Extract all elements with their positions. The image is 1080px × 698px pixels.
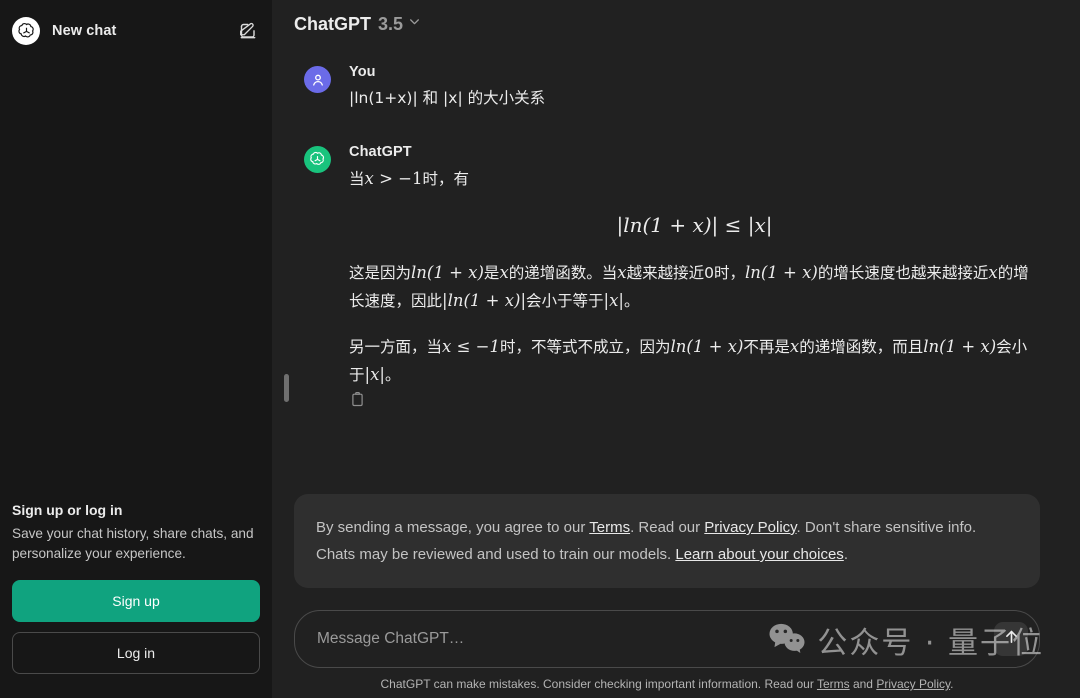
p1-seg-1: 这是因为 — [349, 264, 412, 282]
p1-math-1: ln(1 + x) — [411, 263, 484, 282]
p2-math-3: x — [789, 337, 800, 356]
learn-about-choices-link[interactable]: Learn about your choices — [675, 546, 843, 563]
p1-seg-4: 越来越接近0时， — [626, 264, 745, 282]
p1-math-4: ln(1 + x) — [744, 263, 818, 282]
p2-seg-4: 的递增函数，而且 — [799, 338, 924, 356]
terms-link[interactable]: Terms — [589, 519, 630, 536]
message-input[interactable]: Message ChatGPT… — [294, 610, 1040, 668]
disclaimer-part-1: By sending a message, you agree to our — [316, 519, 590, 536]
thread-scrollbar[interactable] — [284, 374, 289, 402]
p1-seg-8: 。 — [623, 292, 640, 310]
disclaimer-banner: By sending a message, you agree to our T… — [294, 494, 1040, 588]
model-name: ChatGPT — [294, 13, 372, 34]
p2-seg-2: 时，不等式不成立，因为 — [499, 338, 671, 356]
footnote-part-3: . — [950, 677, 954, 691]
main-panel: ChatGPT 3.5 You |ln(1+x)| 和 |x| 的大小关系 Ch… — [272, 0, 1080, 698]
p1-math-6: |ln(1 + x)| — [442, 291, 527, 310]
p2-seg-3: 不再是 — [743, 338, 790, 356]
message-user: You |ln(1+x)| 和 |x| 的大小关系 — [272, 58, 1080, 118]
p2-math-2: ln(1 + x) — [670, 337, 744, 356]
chatgpt-app: New chat Sign up or log in Save your cha… — [0, 0, 1080, 698]
send-button[interactable] — [994, 622, 1028, 656]
footer-privacy-link[interactable]: Privacy Policy — [876, 677, 950, 691]
model-switcher[interactable]: ChatGPT 3.5 — [294, 10, 429, 39]
footer-note: ChatGPT can make mistakes. Consider chec… — [294, 677, 1040, 698]
assistant-paragraph-1: 这是因为ln(1 + x)是x的递增函数。当x越来越接近0时，ln(1 + x)… — [349, 259, 1040, 315]
footnote-part-2: and — [849, 677, 877, 691]
intro-relation: > −1 — [373, 169, 423, 188]
compose-icon[interactable] — [238, 21, 258, 41]
message-assistant: ChatGPT 当x > −1时，有 |ln(1 + x)| ≤ |x| 这是因… — [272, 118, 1080, 419]
p1-seg-3: 的递增函数。当 — [508, 264, 618, 282]
new-chat-button[interactable]: New chat — [8, 10, 264, 52]
copy-icon[interactable] — [349, 391, 366, 412]
footer-terms-link[interactable]: Terms — [817, 677, 850, 691]
top-bar: ChatGPT 3.5 — [272, 0, 1080, 48]
chat-history-list — [0, 52, 272, 502]
intro-suffix: 时，有 — [422, 170, 469, 188]
intro-prefix: 当 — [349, 170, 365, 188]
p1-math-7: |x| — [603, 291, 624, 310]
auth-title: Sign up or log in — [12, 502, 123, 518]
chevron-down-icon — [408, 15, 421, 33]
p2-math-4: ln(1 + x) — [923, 337, 997, 356]
display-equation: |ln(1 + x)| ≤ |x| — [616, 213, 773, 237]
footnote-part-1: ChatGPT can make mistakes. Consider chec… — [380, 677, 817, 691]
p1-seg-7: 会小于等于 — [526, 292, 604, 310]
p1-math-2: x — [499, 263, 509, 282]
p1-seg-2: 是 — [483, 264, 500, 282]
message-thread: You |ln(1+x)| 和 |x| 的大小关系 ChatGPT 当x > −… — [272, 48, 1080, 494]
p2-seg-6: 。 — [384, 366, 401, 384]
assistant-intro-line: 当x > −1时，有 — [349, 165, 1040, 193]
message-user-body: You |ln(1+x)| 和 |x| 的大小关系 — [349, 64, 1040, 112]
disclaimer-part-2: . Read our — [630, 519, 705, 536]
composer-area: By sending a message, you agree to our T… — [272, 494, 1080, 698]
message-author: ChatGPT — [349, 144, 412, 160]
message-assistant-body: ChatGPT 当x > −1时，有 |ln(1 + x)| ≤ |x| 这是因… — [349, 144, 1040, 413]
send-arrow-up-icon — [1003, 628, 1020, 650]
model-version: 3.5 — [378, 13, 404, 34]
sidebar: New chat Sign up or log in Save your cha… — [0, 0, 272, 698]
disclaimer-part-4: . — [843, 546, 848, 563]
message-author: You — [349, 64, 376, 80]
p2-math-5: |x| — [364, 365, 385, 384]
log-in-button[interactable]: Log in — [12, 632, 260, 674]
p2-seg-1: 另一方面，当 — [349, 338, 443, 356]
new-chat-label: New chat — [52, 23, 117, 39]
sidebar-header: New chat — [0, 0, 272, 52]
message-input-placeholder: Message ChatGPT… — [317, 630, 465, 647]
p2-math-1: x ≤ −1 — [442, 337, 500, 356]
p1-seg-5: 的增长速度也越来越接近 — [817, 264, 989, 282]
assistant-paragraph-2: 另一方面，当x ≤ −1时，不等式不成立，因为ln(1 + x)不再是x的递增函… — [349, 333, 1040, 389]
message-user-text: |ln(1+x)| 和 |x| 的大小关系 — [349, 89, 546, 107]
intro-variable: x — [364, 169, 374, 188]
openai-logo-icon — [12, 17, 40, 45]
openai-logo-icon — [304, 146, 331, 173]
user-avatar-icon — [304, 66, 331, 93]
auth-description: Save your chat history, share chats, and… — [12, 526, 254, 561]
p1-math-5: x — [988, 263, 998, 282]
sign-up-button[interactable]: Sign up — [12, 580, 260, 622]
p1-math-3: x — [617, 263, 627, 282]
message-actions — [349, 391, 1040, 413]
privacy-policy-link[interactable]: Privacy Policy — [704, 519, 796, 536]
sidebar-auth-panel: Sign up or log in Save your chat history… — [0, 502, 272, 698]
